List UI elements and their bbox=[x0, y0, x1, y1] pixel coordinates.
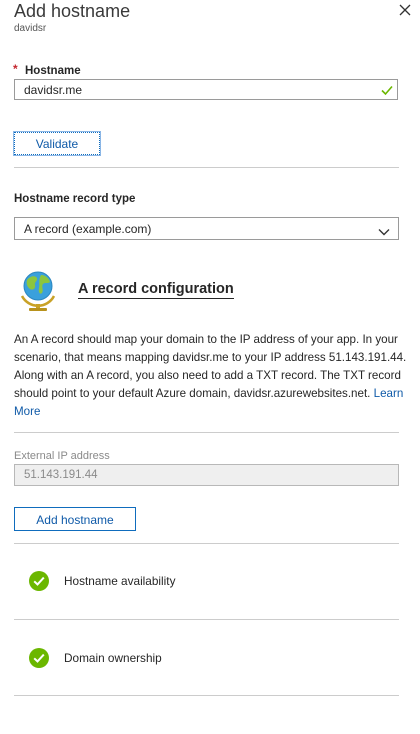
hostname-value: davidsr.me bbox=[24, 83, 83, 97]
validate-button[interactable]: Validate bbox=[14, 132, 100, 155]
chevron-down-icon bbox=[378, 224, 390, 236]
external-ip-field: 51.143.191.44 bbox=[14, 464, 399, 486]
divider bbox=[14, 695, 399, 696]
hostname-label: Hostname bbox=[25, 65, 81, 77]
check-label-domain-ownership: Domain ownership bbox=[64, 651, 162, 665]
config-description-text: An A record should map your domain to th… bbox=[14, 333, 407, 400]
config-description: An A record should map your domain to th… bbox=[14, 331, 408, 421]
check-label-hostname-availability: Hostname availability bbox=[64, 574, 176, 588]
record-type-label: Hostname record type bbox=[14, 193, 136, 205]
success-icon bbox=[29, 648, 49, 668]
hostname-input[interactable]: davidsr.me bbox=[14, 79, 398, 100]
checkmark-icon bbox=[380, 83, 394, 97]
record-type-value: A record (example.com) bbox=[24, 222, 152, 236]
blade-title: Add hostname bbox=[14, 1, 131, 21]
external-ip-label: External IP address bbox=[14, 450, 110, 462]
close-icon[interactable] bbox=[397, 2, 413, 18]
blade-subtitle: davidsr bbox=[14, 23, 47, 34]
config-title: A record configuration bbox=[78, 281, 234, 299]
divider bbox=[14, 432, 399, 433]
globe-icon bbox=[14, 266, 62, 314]
record-type-select[interactable]: A record (example.com) bbox=[14, 217, 399, 240]
add-hostname-button[interactable]: Add hostname bbox=[14, 507, 136, 531]
external-ip-value: 51.143.191.44 bbox=[24, 469, 98, 481]
required-marker: * bbox=[13, 62, 18, 76]
divider bbox=[14, 167, 399, 168]
success-icon bbox=[29, 571, 49, 591]
divider bbox=[14, 619, 399, 620]
divider bbox=[14, 543, 399, 544]
